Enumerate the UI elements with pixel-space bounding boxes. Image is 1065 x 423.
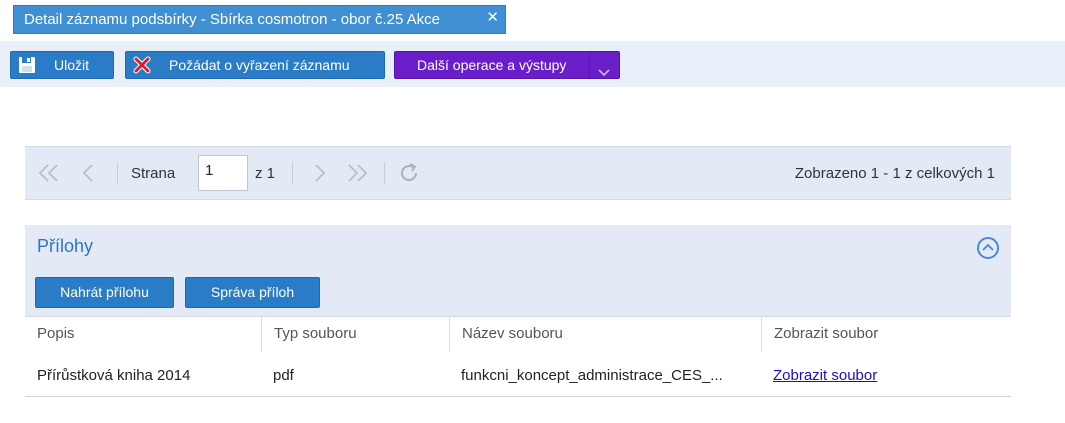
refresh-icon[interactable] <box>397 161 421 185</box>
table-row[interactable]: Přírůstková kniha 2014 pdf funkcni_konce… <box>25 360 1011 392</box>
dropdown-chevron-icon <box>598 60 610 86</box>
page-label: Strana <box>131 165 176 182</box>
attachments-grid: Popis Typ souboru Název souboru Zobrazit… <box>25 316 1011 397</box>
cell-file-type: pdf <box>273 367 294 384</box>
first-page-icon[interactable] <box>37 161 61 185</box>
more-operations-dropdown[interactable]: Další operace a výstupy <box>394 51 620 79</box>
grid-header: Popis Typ souboru Název souboru Zobrazit… <box>25 316 1011 352</box>
page-count-label: z 1 <box>255 165 276 182</box>
pager-separator <box>384 162 385 184</box>
cell-file-name: funkcni_koncept_administrace_CES_... <box>461 367 723 384</box>
last-page-icon[interactable] <box>345 161 369 185</box>
red-x-icon <box>132 55 152 75</box>
column-header-description[interactable]: Popis <box>25 317 261 352</box>
cell-description: Přírůstková kniha 2014 <box>37 367 191 384</box>
cell-show-file: Zobrazit soubor <box>761 360 1011 392</box>
save-button[interactable]: Uložit <box>10 51 114 79</box>
column-header-file-type[interactable]: Typ souboru <box>261 317 449 352</box>
pager-info: Zobrazeno 1 - 1 z celkových 1 <box>794 165 995 182</box>
request-removal-button[interactable]: Požádat o vyřazení záznamu <box>125 51 385 79</box>
column-header-show-file[interactable]: Zobrazit soubor <box>761 317 1011 352</box>
upload-attachment-button[interactable]: Nahrát přílohu <box>35 277 174 308</box>
attachments-title: Přílohy <box>37 236 94 256</box>
page-number-input[interactable] <box>198 155 248 191</box>
save-disk-icon <box>17 55 37 75</box>
toolbar: Uložit Požádat o vyřazení záznamu Další … <box>0 41 1065 87</box>
request-removal-label: Požádat o vyřazení záznamu <box>169 57 350 73</box>
collapse-icon[interactable] <box>977 237 999 259</box>
tab-strip: Detail záznamu podsbírky - Sbírka cosmot… <box>0 0 1065 40</box>
column-header-file-name[interactable]: Název souboru <box>449 317 761 352</box>
pager-toolbar: Strana z 1 Zobrazeno 1 - 1 z celkových 1 <box>25 146 1011 200</box>
more-operations-label: Další operace a výstupy <box>417 57 567 73</box>
pager-separator <box>292 162 293 184</box>
prev-page-icon[interactable] <box>77 161 101 185</box>
save-button-label: Uložit <box>54 57 90 73</box>
attachments-panel: Přílohy Nahrát přílohu Správa příloh <box>25 225 1011 316</box>
tab-record-detail[interactable]: Detail záznamu podsbírky - Sbírka cosmot… <box>13 5 506 34</box>
close-icon[interactable]: ✕ <box>486 4 499 31</box>
manage-attachments-button[interactable]: Správa příloh <box>185 277 320 308</box>
tab-title: Detail záznamu podsbírky - Sbírka cosmot… <box>24 11 441 28</box>
dropdown-divider <box>589 52 590 78</box>
show-file-link[interactable]: Zobrazit soubor <box>773 367 877 384</box>
pager-separator <box>117 162 118 184</box>
next-page-icon[interactable] <box>307 161 331 185</box>
